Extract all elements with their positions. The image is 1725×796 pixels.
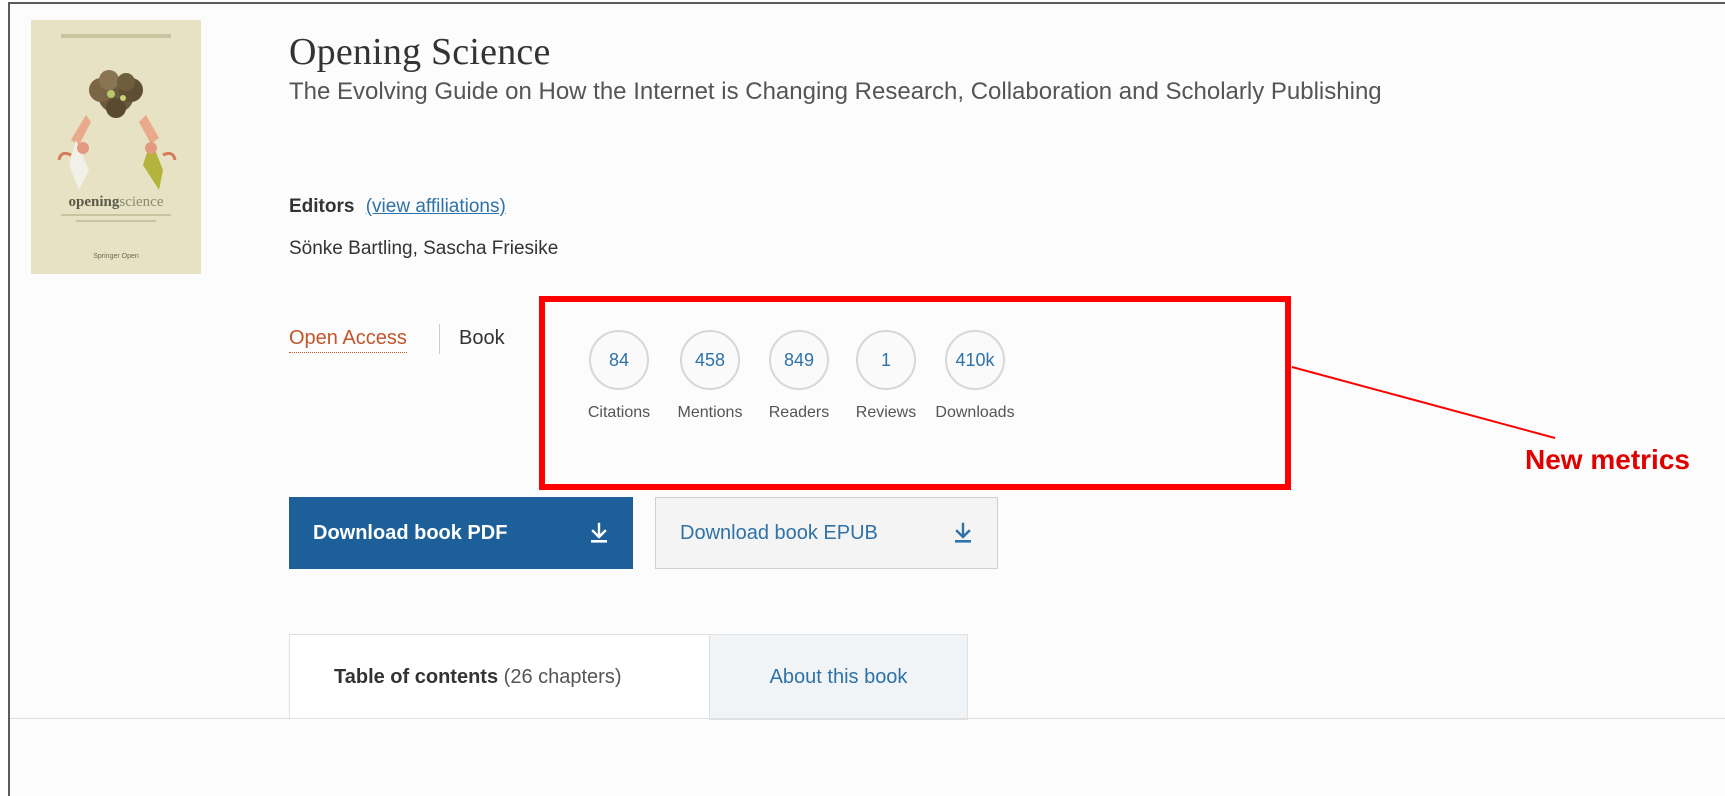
content-type-divider: [439, 324, 440, 354]
page-title: Opening Science: [289, 31, 551, 73]
editors-row: Editors (view affiliations): [289, 196, 506, 218]
content-type-label: Book: [459, 327, 505, 349]
cover-wordmark-bold: opening: [69, 194, 120, 210]
editors-names: Sönke Bartling, Sascha Friesike: [289, 238, 559, 259]
tab-table-of-contents[interactable]: Table of contents (26 chapters): [289, 634, 710, 720]
download-epub-button[interactable]: Download book EPUB: [655, 497, 998, 569]
annotation-label: New metrics: [1525, 444, 1690, 475]
book-cover-illustration: openingscience Springer Open: [31, 20, 201, 274]
download-icon: [955, 522, 971, 543]
page-subtitle: The Evolving Guide on How the Internet i…: [289, 78, 1382, 105]
tab-toc-label: Table of contents: [334, 666, 499, 688]
book-cover[interactable]: openingscience Springer Open: [31, 20, 201, 274]
tab-about-label: About this book: [769, 665, 908, 688]
view-affiliations-link[interactable]: (view affiliations): [366, 196, 506, 217]
editors-label: Editors: [289, 196, 355, 217]
svg-text:openingscience: openingscience: [69, 194, 164, 210]
content-tabs: Table of contents (26 chapters) About th…: [289, 634, 968, 720]
tab-about-this-book[interactable]: About this book: [710, 634, 968, 720]
metrics-highlight-box: [539, 296, 1291, 490]
cover-wordmark-light: science: [119, 194, 163, 210]
download-pdf-label: Download book PDF: [313, 521, 508, 544]
cover-publisher: Springer Open: [93, 253, 139, 260]
tabs-bottom-rule: [10, 718, 1725, 719]
download-pdf-button[interactable]: Download book PDF: [289, 497, 633, 569]
download-epub-label: Download book EPUB: [680, 521, 878, 544]
open-access-badge[interactable]: Open Access: [289, 327, 407, 353]
download-icon: [591, 522, 607, 543]
tab-toc-count: (26 chapters): [503, 666, 622, 688]
